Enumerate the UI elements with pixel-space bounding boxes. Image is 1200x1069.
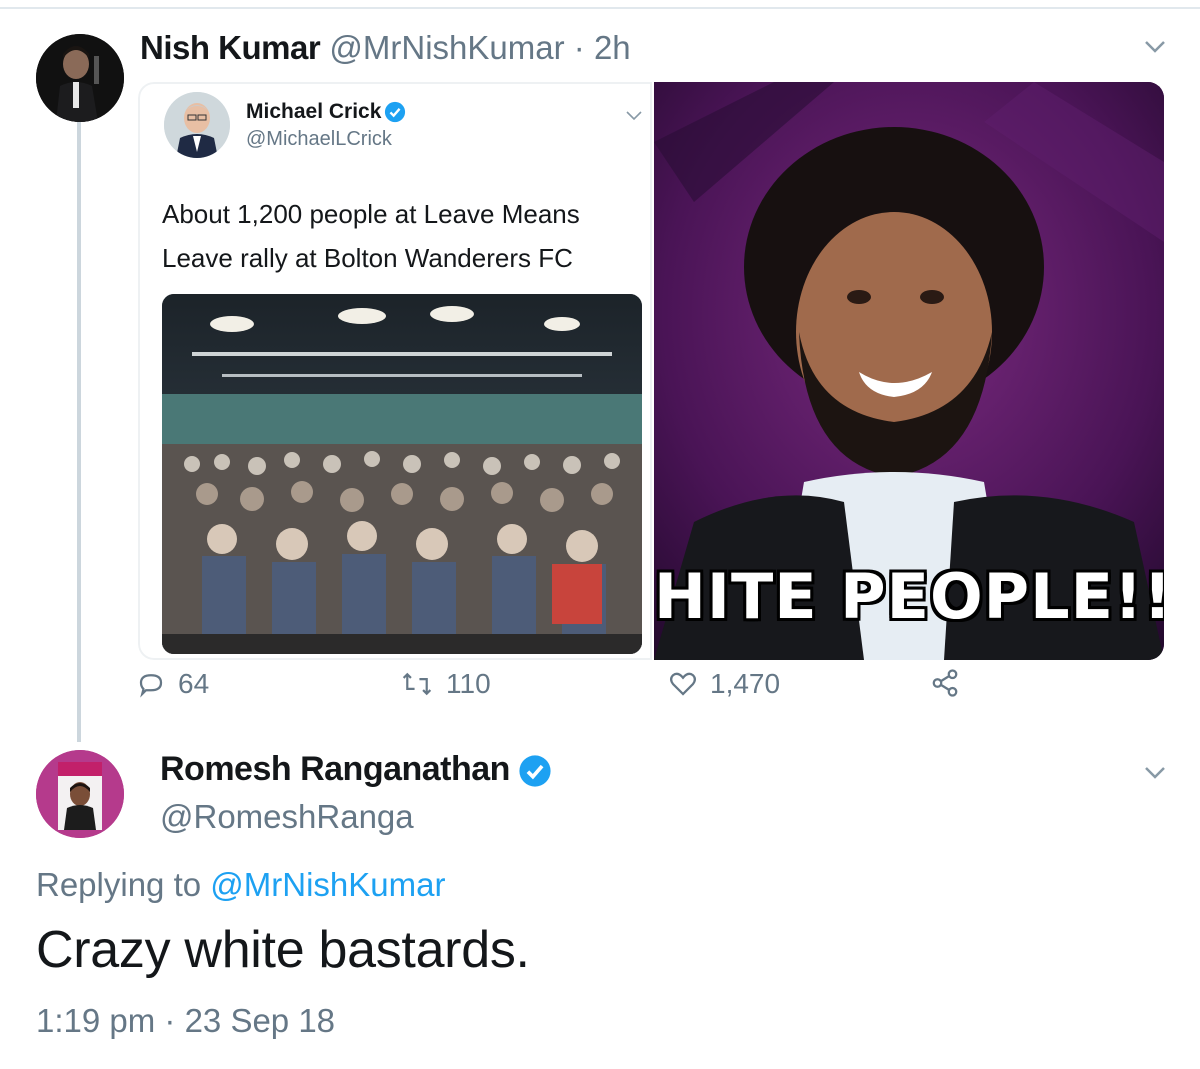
- chevron-down-icon: [626, 111, 642, 121]
- like-icon: [670, 672, 696, 696]
- reply-count: 64: [178, 668, 210, 699]
- reply-timestamp[interactable]: 1:19 pm · 23 Sep 18: [36, 1002, 335, 1040]
- author-name[interactable]: Nish Kumar: [140, 29, 321, 66]
- replying-to: Replying to @MrNishKumar: [36, 866, 445, 904]
- top-divider: [0, 7, 1200, 9]
- reply-icon: [139, 674, 163, 698]
- tweet-media[interactable]: Michael Crick @MichaelLCrick About 1,200…: [138, 82, 1164, 660]
- like-count: 1,470: [710, 668, 781, 699]
- avatar[interactable]: [36, 750, 124, 838]
- separator-dot: ·: [573, 29, 585, 66]
- chevron-down-icon[interactable]: [1144, 40, 1166, 54]
- reply-author-handle[interactable]: @RomeshRanga: [160, 798, 414, 836]
- replying-prefix: Replying to: [36, 866, 202, 903]
- tweet-header: Nish Kumar @MrNishKumar · 2h: [140, 28, 631, 68]
- reply-author-name[interactable]: Romesh Ranganathan: [160, 750, 510, 789]
- verified-icon: [519, 755, 551, 787]
- screenshot-avatar: [164, 92, 230, 158]
- reply-button[interactable]: 64: [136, 668, 209, 700]
- retweet-icon: [402, 672, 432, 696]
- screenshot-author-name: Michael Crick: [246, 100, 382, 123]
- avatar-photo-michael: [164, 92, 230, 158]
- share-button[interactable]: [930, 668, 972, 698]
- tweet-actions: 64 110 1,470: [0, 668, 1200, 712]
- reply-tweet-text: Crazy white bastards.: [36, 921, 530, 979]
- screenshot-tweet-text: About 1,200 people at Leave Means Leave …: [162, 199, 580, 273]
- retweet-count: 110: [446, 668, 491, 699]
- retweet-button[interactable]: 110: [400, 668, 491, 700]
- thread-connector-line: [77, 122, 81, 742]
- crowd-image: [162, 294, 642, 654]
- avatar-photo-nish: [36, 34, 124, 122]
- verified-icon: [384, 101, 406, 123]
- meme-caption: HITE PEOPLE!!: [654, 560, 1164, 633]
- author-handle[interactable]: @MrNishKumar: [329, 29, 564, 66]
- rally-crowd-photo: [162, 294, 642, 654]
- tweet-time[interactable]: 2h: [594, 29, 631, 66]
- quoted-tweet-screenshot[interactable]: Michael Crick @MichaelLCrick About 1,200…: [138, 82, 652, 660]
- avatar[interactable]: [36, 34, 124, 122]
- meme-image[interactable]: HITE PEOPLE!!: [654, 82, 1164, 660]
- avatar-photo-romesh: [36, 750, 124, 838]
- mention-link[interactable]: @MrNishKumar: [210, 866, 445, 903]
- share-icon: [932, 669, 958, 697]
- screenshot-author-handle: @MichaelLCrick: [246, 128, 392, 150]
- like-button[interactable]: 1,470: [668, 668, 780, 700]
- chevron-down-icon[interactable]: [1144, 766, 1166, 780]
